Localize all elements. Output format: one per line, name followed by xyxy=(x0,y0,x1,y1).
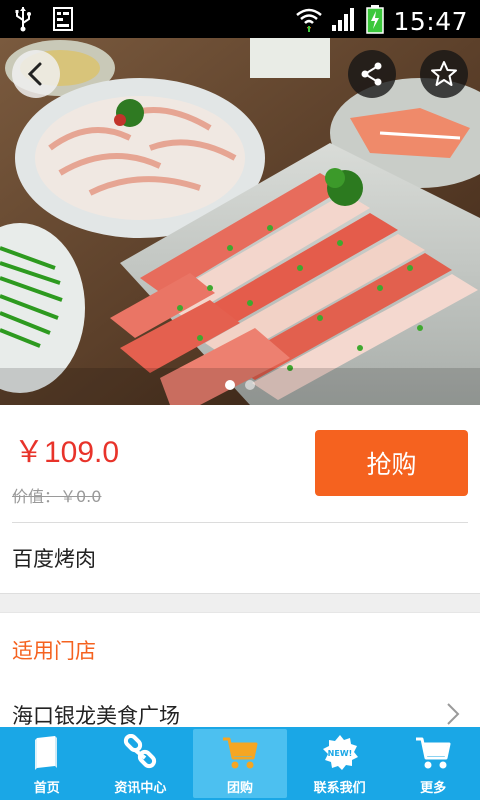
product-photo xyxy=(0,38,480,405)
status-left xyxy=(14,6,76,36)
battery-icon xyxy=(365,4,385,38)
favorite-button[interactable] xyxy=(420,50,468,98)
carousel-dot-active xyxy=(225,380,235,390)
share-button[interactable] xyxy=(348,50,396,98)
nav-item-news[interactable]: 资讯中心 xyxy=(94,727,188,800)
bottom-navigation: 首页 资讯中心 团购 NEW! 联系我们 更多 xyxy=(0,727,480,800)
price-section: ￥109.0 价值：￥0.0 抢购 百度烤肉 xyxy=(0,405,480,593)
carousel-dot xyxy=(245,380,255,390)
carousel-indicator xyxy=(0,380,480,390)
share-icon xyxy=(361,62,382,86)
nav-item-group-buy[interactable]: 团购 xyxy=(193,729,287,798)
status-bar: 15:47 xyxy=(0,0,480,38)
usb-icon xyxy=(14,6,32,36)
buy-button[interactable]: 抢购 xyxy=(315,430,468,496)
chevron-right-icon xyxy=(447,703,460,725)
nav-label-group-buy: 团购 xyxy=(226,781,253,796)
cart-icon xyxy=(222,737,258,769)
nav-label-home: 首页 xyxy=(33,781,60,796)
star-icon xyxy=(431,61,457,86)
status-right: 15:47 xyxy=(295,4,468,38)
product-price: ￥109.0 xyxy=(14,436,120,469)
store-list-item[interactable]: 海口银龙美食广场 xyxy=(0,690,480,730)
nav-item-more[interactable]: 更多 xyxy=(386,727,480,800)
keyboard-icon xyxy=(52,6,76,36)
store-name: 海口银龙美食广场 xyxy=(12,704,180,728)
cart-more-icon xyxy=(416,737,451,769)
chevron-left-icon xyxy=(27,62,42,86)
svg-text:NEW!: NEW! xyxy=(327,749,352,758)
nav-label-contact: 联系我们 xyxy=(313,781,366,796)
clock: 15:47 xyxy=(393,6,468,36)
nav-item-home[interactable]: 首页 xyxy=(0,727,94,800)
nav-label-more: 更多 xyxy=(420,781,447,796)
nav-item-contact[interactable]: NEW! 联系我们 xyxy=(293,727,387,800)
product-name: 百度烤肉 xyxy=(12,547,96,571)
divider xyxy=(12,522,468,523)
section-separator xyxy=(0,593,480,613)
new-badge-icon: NEW! xyxy=(322,735,358,770)
chain-link-icon xyxy=(124,734,157,769)
nav-label-news: 资讯中心 xyxy=(114,781,167,796)
book-icon xyxy=(34,736,57,770)
wifi-icon xyxy=(295,5,323,37)
signal-icon xyxy=(331,6,357,36)
product-image-carousel[interactable] xyxy=(0,38,480,405)
back-button[interactable] xyxy=(12,50,60,98)
stores-section-title: 适用门店 xyxy=(12,639,96,663)
original-price: 价值：￥0.0 xyxy=(12,487,102,506)
